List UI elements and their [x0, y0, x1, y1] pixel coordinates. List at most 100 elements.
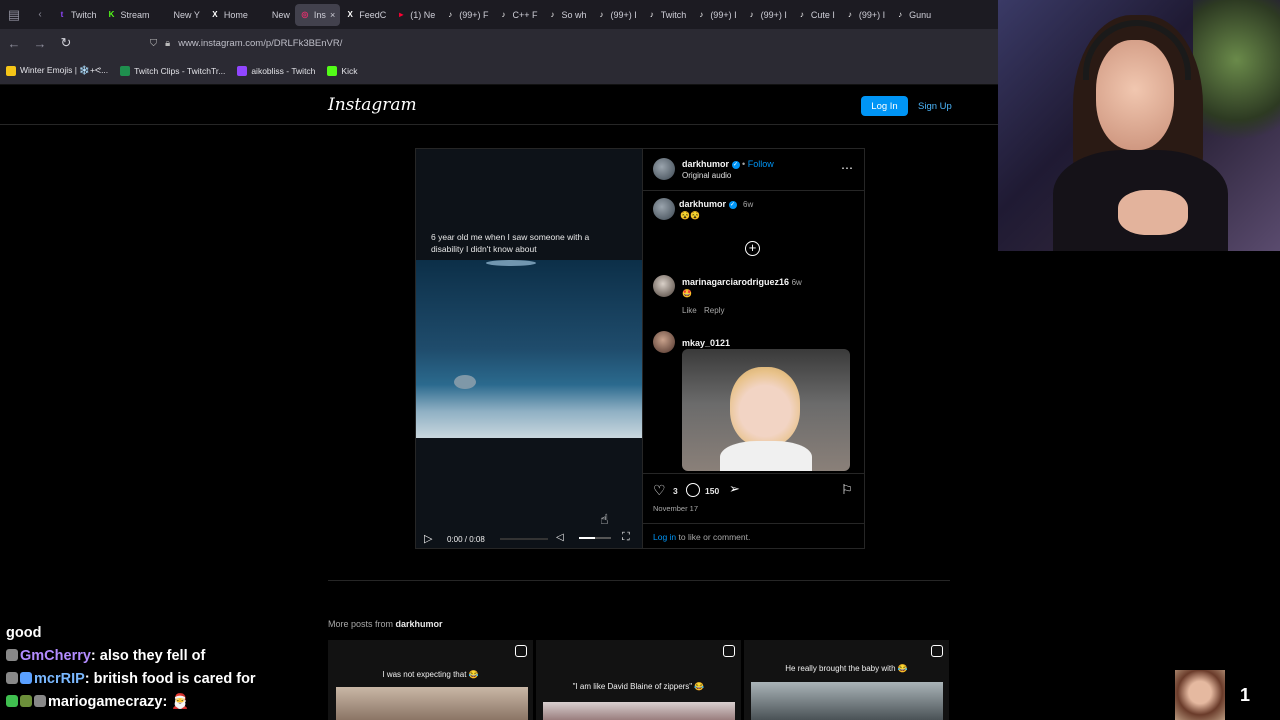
- browser-tab[interactable]: ♪ (99+) I: [840, 4, 890, 26]
- panel-divider: [643, 473, 864, 474]
- browser-tab[interactable]: X Home: [205, 4, 253, 26]
- comment-icon[interactable]: [686, 483, 700, 497]
- stream-chat-overlay: good GmCherry: also they fell of mcrRIP:…: [6, 622, 326, 714]
- more-options-icon[interactable]: ⋯: [841, 161, 854, 175]
- browser-tab[interactable]: ♪ Gunu: [890, 4, 936, 26]
- share-icon[interactable]: ➢: [729, 481, 740, 497]
- tab-list-icon[interactable]: ▤: [2, 3, 26, 27]
- tab-label: Cute I: [810, 9, 835, 20]
- video-time: 0:00 / 0:08: [447, 535, 485, 544]
- login-prompt-text: to like or comment.: [676, 532, 751, 542]
- bookmark-favicon-icon: [327, 65, 338, 76]
- close-tab-icon[interactable]: ×: [330, 10, 335, 20]
- comment-age: 6w: [791, 278, 802, 287]
- tab-scroll-left-icon[interactable]: ‹: [28, 3, 52, 27]
- browser-tab[interactable]: ♪ (99+) I: [691, 4, 741, 26]
- browser-tab[interactable]: ♪ Twitch: [642, 4, 692, 26]
- browser-tab[interactable]: K Stream: [102, 4, 155, 26]
- caption-header: darkhumor ✓ 6w: [679, 199, 753, 209]
- post-thumbnail[interactable]: I was not expecting that 😂: [328, 640, 533, 720]
- chat-message: mariogamecrazy: 🎅: [6, 691, 326, 714]
- reload-icon[interactable]: ↻: [54, 31, 78, 55]
- bookmark-item[interactable]: Winter Emojis | ❄️+ᕙ...: [6, 65, 108, 76]
- reel-icon: [515, 645, 527, 657]
- chat-text: : 🎅: [162, 694, 190, 710]
- thumbnail-caption: I was not expecting that 😂: [382, 670, 479, 679]
- caption-username[interactable]: darkhumor: [679, 199, 726, 209]
- instagram-logo[interactable]: Instagram: [328, 95, 417, 115]
- volume-icon[interactable]: ◁: [556, 532, 564, 543]
- like-count: 3: [673, 486, 678, 496]
- bookmark-item[interactable]: Twitch Clips - TwitchTr...: [120, 65, 225, 76]
- tab-label: So wh: [561, 9, 587, 20]
- video-frame[interactable]: [416, 260, 642, 438]
- viewer-count: 1: [1240, 685, 1251, 705]
- webcam-lights: [1193, 0, 1280, 150]
- heart-icon[interactable]: ♡: [653, 482, 666, 499]
- tab-strip: t Twitch K Stream New Y X Home New ◎ Ins × X FeedC ▸ (…: [52, 3, 992, 26]
- browser-tab[interactable]: ♪ (99+) I: [742, 4, 792, 26]
- browser-tab[interactable]: New Y: [155, 4, 205, 26]
- login-prompt: Log in to like or comment.: [653, 532, 750, 542]
- browser-tab[interactable]: ♪ (99+) I: [592, 4, 642, 26]
- comment-avatar[interactable]: [653, 331, 675, 353]
- video-progress-track[interactable]: [500, 538, 548, 540]
- post-thumbnail[interactable]: "I am like David Blaine of zippers" 😂: [536, 640, 741, 720]
- bookmark-item[interactable]: aikobliss - Twitch: [237, 65, 315, 76]
- section-divider: [328, 580, 950, 581]
- browser-tab[interactable]: New: [253, 4, 295, 26]
- chat-message: mcrRIP: british food is cared for: [6, 668, 326, 691]
- chat-text: : british food is cared for: [84, 671, 256, 687]
- comment-avatar[interactable]: [653, 275, 675, 297]
- separator-dot: •: [742, 159, 746, 169]
- comment-reply-button[interactable]: Reply: [704, 306, 724, 315]
- browser-tab[interactable]: X FeedC: [340, 4, 391, 26]
- play-icon[interactable]: ▷: [424, 532, 432, 545]
- fullscreen-icon[interactable]: ⛶: [622, 531, 630, 544]
- chat-badge-icon: [6, 672, 18, 684]
- follow-button[interactable]: Follow: [748, 159, 774, 169]
- browser-tab[interactable]: ▸ (1) Ne: [391, 4, 440, 26]
- comment-username[interactable]: marinagarciarodriguez16: [682, 277, 789, 287]
- chat-text: good: [6, 625, 42, 641]
- tab-favicon-icon: ♪: [699, 10, 704, 19]
- bookmark-favicon-icon: [237, 65, 248, 76]
- browser-tab[interactable]: ◎ Ins ×: [294, 3, 341, 26]
- bookmark-item[interactable]: Kick: [327, 65, 357, 76]
- caption-avatar[interactable]: [653, 198, 675, 220]
- forward-icon[interactable]: →: [28, 31, 52, 55]
- login-button[interactable]: Log In: [861, 96, 908, 116]
- comment-like-button[interactable]: Like: [682, 306, 697, 315]
- browser-tab[interactable]: ♪ So wh: [543, 4, 592, 26]
- post-date: November 17: [653, 504, 699, 513]
- more-posts-prefix: More posts from: [328, 619, 396, 629]
- tab-label: Twitch: [660, 9, 687, 20]
- author-avatar[interactable]: [653, 158, 675, 180]
- browser-nav-bar: ← → ↻ ⛉ 🔒︎ www.instagram.com/p/DRLFk3BEn…: [0, 29, 1000, 57]
- post-thumbnail[interactable]: He really brought the baby with 😂: [744, 640, 949, 720]
- bookmark-favicon-icon: [120, 65, 131, 76]
- signup-link[interactable]: Sign Up: [918, 96, 952, 116]
- tab-favicon-icon: ♪: [749, 10, 754, 19]
- chat-badge-icon: [6, 695, 18, 707]
- browser-tab[interactable]: ♪ C++ F: [494, 4, 543, 26]
- comment-username[interactable]: mkay_0121: [682, 338, 730, 348]
- login-prompt-link[interactable]: Log in: [653, 532, 676, 542]
- bookmark-icon[interactable]: ⚐: [841, 482, 853, 498]
- thumbnail-image: [336, 687, 528, 720]
- author-username[interactable]: darkhumor: [682, 159, 729, 169]
- back-icon[interactable]: ←: [2, 31, 26, 55]
- browser-tab[interactable]: ♪ Cute I: [792, 4, 840, 26]
- tab-favicon-icon: ♪: [501, 10, 506, 19]
- address-bar[interactable]: ⛉ 🔒︎ www.instagram.com/p/DRLFk3BEnVR/: [150, 31, 980, 55]
- browser-tab[interactable]: ♪ (99+) F: [440, 4, 493, 26]
- tab-label: (99+) F: [459, 9, 489, 20]
- volume-slider[interactable]: [579, 537, 611, 539]
- audio-label[interactable]: Original audio: [682, 171, 731, 180]
- load-more-icon[interactable]: +: [745, 241, 760, 256]
- tab-favicon-icon: ♪: [898, 10, 903, 19]
- tab-favicon-icon: X: [212, 10, 218, 19]
- video-player[interactable]: 6 year old me when I saw someone with a …: [416, 149, 642, 548]
- more-posts-author[interactable]: darkhumor: [396, 619, 443, 629]
- browser-tab[interactable]: t Twitch: [52, 4, 102, 26]
